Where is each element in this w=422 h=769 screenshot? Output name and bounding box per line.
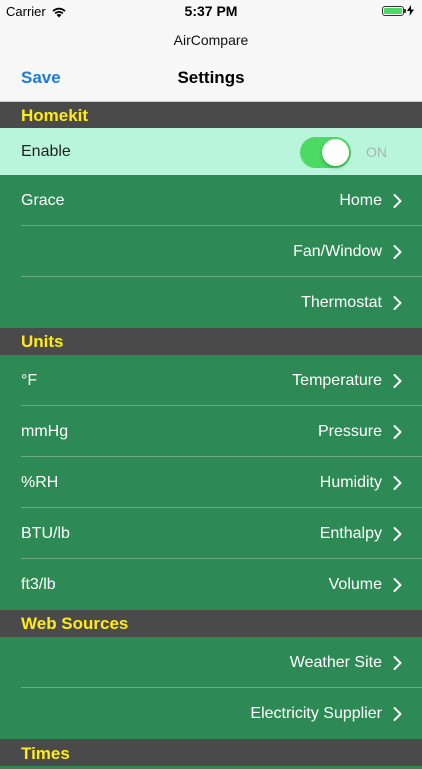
chevron-right-icon <box>393 706 402 721</box>
homekit-row-thermostat[interactable]: Thermostat <box>0 277 422 328</box>
homekit-row-home[interactable]: Grace Home <box>0 175 422 226</box>
units-row-volume[interactable]: ft3/lb Volume <box>0 559 422 610</box>
status-time: 5:37 PM <box>184 3 238 19</box>
units-row-pressure[interactable]: mmHg Pressure <box>0 406 422 457</box>
row-value: Thermostat <box>301 293 382 311</box>
row-value: Humidity <box>319 473 382 491</box>
row-label: ft3/lb <box>21 575 56 593</box>
row-value: Volume <box>328 575 382 593</box>
section-header-homekit: Homekit <box>0 102 422 128</box>
chevron-right-icon <box>393 244 402 259</box>
section-header-web-sources: Web Sources <box>0 610 422 637</box>
chevron-right-icon <box>393 295 402 310</box>
row-label: BTU/lb <box>21 524 70 542</box>
row-value: Pressure <box>317 422 382 440</box>
units-row-temperature[interactable]: °F Temperature <box>0 355 422 406</box>
page-title: Settings <box>177 68 245 87</box>
chevron-right-icon <box>393 577 402 592</box>
row-label: mmHg <box>21 422 69 440</box>
chevron-right-icon <box>393 373 402 388</box>
chevron-right-icon <box>393 526 402 541</box>
section-header-units: Units <box>0 328 422 355</box>
units-row-enthalpy[interactable]: BTU/lb Enthalpy <box>0 508 422 559</box>
row-value: Temperature <box>292 371 382 389</box>
enable-toggle[interactable] <box>300 137 351 168</box>
row-label: %RH <box>21 473 59 491</box>
enable-row[interactable]: Enable ON <box>0 128 422 175</box>
battery-level-fill <box>384 7 402 14</box>
settings-list: Homekit Enable ON Grace Home Fan/Window … <box>0 102 422 766</box>
status-bar: Carrier 5:37 PM <box>0 0 422 22</box>
chevron-right-icon <box>393 424 402 439</box>
toggle-knob <box>322 139 349 166</box>
web-row-weather-site[interactable]: Weather Site <box>0 637 422 688</box>
homekit-row-fan-window[interactable]: Fan/Window <box>0 226 422 277</box>
row-value: Home <box>339 191 382 209</box>
chevron-right-icon <box>393 475 402 490</box>
battery-icon <box>382 5 406 16</box>
row-value: Weather Site <box>289 653 382 671</box>
enable-label: Enable <box>21 142 71 160</box>
battery-nub <box>404 8 406 13</box>
web-row-electricity-supplier[interactable]: Electricity Supplier <box>0 688 422 739</box>
row-value: Electricity Supplier <box>250 704 382 722</box>
chevron-right-icon <box>393 655 402 670</box>
row-value: Fan/Window <box>293 242 382 260</box>
status-right <box>382 5 414 16</box>
units-row-humidity[interactable]: %RH Humidity <box>0 457 422 508</box>
section-header-times: Times <box>0 739 422 766</box>
bolt-icon <box>407 5 414 16</box>
row-label: Grace <box>21 191 65 209</box>
row-value: Enthalpy <box>319 524 382 542</box>
navigation-header: AirCompare Save Settings <box>0 22 422 102</box>
row-label: °F <box>21 371 38 389</box>
toggle-state-label: ON <box>366 143 387 160</box>
chevron-right-icon <box>393 193 402 208</box>
app-title: AirCompare <box>173 32 249 48</box>
